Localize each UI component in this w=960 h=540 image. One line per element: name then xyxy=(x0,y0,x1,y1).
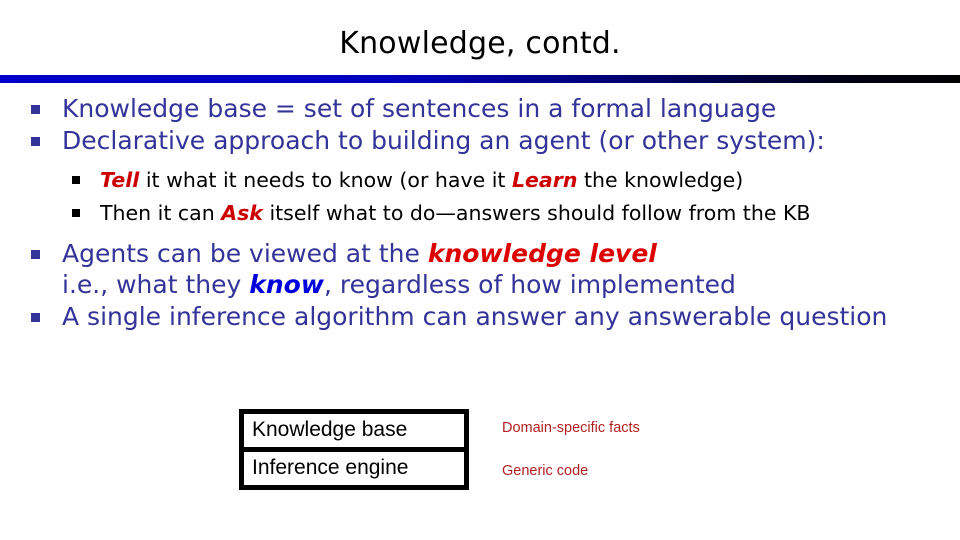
bullet-declarative-approach: Declarative approach to building an agen… xyxy=(24,126,939,156)
bullet-declarative-approach-label: Declarative approach to building an agen… xyxy=(62,126,825,155)
diagram-label-generic-code: Generic code xyxy=(502,463,589,479)
diagram-box-stack: Knowledge base Inference engine xyxy=(239,409,469,490)
diagram-box-inference-engine: Inference engine xyxy=(244,452,464,485)
bullet-single-inference-algorithm-label: A single inference algorithm can answer … xyxy=(62,302,888,331)
sub-bullet-ask: Then it can Ask itself what to do—answer… xyxy=(24,200,939,227)
sub-bullet-ask-text-1: itself what to do—answers should follow … xyxy=(262,201,811,225)
sub-bullet-ask-emphasis: Ask xyxy=(221,201,263,225)
slide-body: Knowledge base = set of sentences in a f… xyxy=(24,94,939,334)
bullet-knowledge-level-text-1: Agents can be viewed at the xyxy=(62,239,428,268)
bullet-knowledge-level-text-2: i.e., what they xyxy=(62,270,250,299)
sub-bullet-ask-text-0: Then it can xyxy=(100,201,222,225)
sub-bullet-tell-text-2: the knowledge) xyxy=(577,168,744,192)
page-title: Knowledge, contd. xyxy=(339,26,621,61)
bullet-square-icon xyxy=(72,176,80,184)
bullet-knowledge-level-emphasis: knowledge level xyxy=(427,239,657,268)
bullet-square-icon xyxy=(72,209,80,217)
bullet-square-icon xyxy=(31,250,40,259)
sub-bullet-learn-emphasis: Learn xyxy=(511,168,578,192)
bullet-knowledge-base: Knowledge base = set of sentences in a f… xyxy=(24,94,939,124)
bullet-know-emphasis: know xyxy=(249,270,324,299)
bullet-knowledge-base-label: Knowledge base = set of sentences in a f… xyxy=(62,94,777,123)
bullet-square-icon xyxy=(31,313,40,322)
architecture-diagram: Knowledge base Inference engine xyxy=(239,409,469,490)
bullet-knowledge-level: Agents can be viewed at the knowledge le… xyxy=(24,239,939,300)
diagram-label-domain-specific-facts: Domain-specific facts xyxy=(502,420,640,436)
slide: Knowledge, contd. Knowledge base = set o… xyxy=(0,0,960,540)
sub-bullet-tell-text-1: it what it needs to know (or have it xyxy=(139,168,512,192)
sub-bullet-tell: Tell it what it needs to know (or have i… xyxy=(24,167,939,194)
diagram-box-knowledge-base: Knowledge base xyxy=(244,414,464,452)
sub-bullet-tell-emphasis: Tell xyxy=(100,168,140,192)
bullet-knowledge-level-text-3: , regardless of how implemented xyxy=(323,270,736,299)
title-divider-rule xyxy=(0,75,960,83)
bullet-knowledge-level-line2: i.e., what they know, regardless of how … xyxy=(62,270,939,300)
diagram-side-labels: Domain-specific facts Generic code xyxy=(502,420,640,479)
bullet-square-icon xyxy=(31,137,40,146)
bullet-single-inference-algorithm: A single inference algorithm can answer … xyxy=(24,302,939,332)
bullet-square-icon xyxy=(31,105,40,114)
